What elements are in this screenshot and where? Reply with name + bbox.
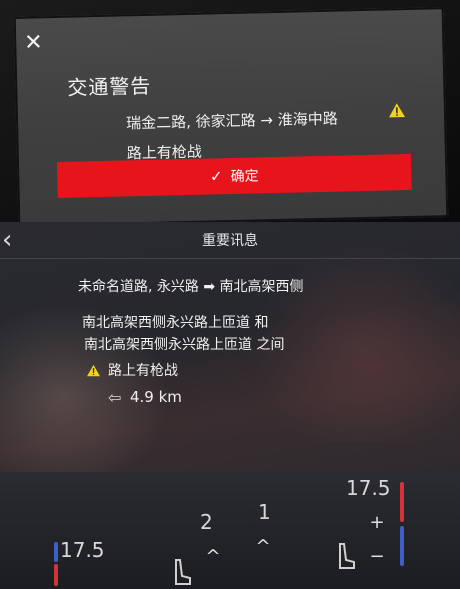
between-line-1: 南北高架西侧永兴路上匝道 和: [82, 315, 269, 331]
temp-decrease-button[interactable]: −: [362, 542, 392, 572]
temp-bar-red: [400, 482, 404, 522]
incident-text: 路上有枪战: [108, 363, 178, 379]
climate-control-panel: 17.5 + − 2 1 ^ ^ 17.5: [0, 472, 460, 589]
distance-arrow-icon: ⇦: [108, 388, 122, 407]
warning-icon: [87, 364, 100, 377]
between-line-2: 南北高架西侧永兴路上匝道 之间: [84, 337, 285, 353]
temperature-left: 17.5: [60, 538, 105, 562]
fan-level-right: 1: [258, 500, 271, 524]
message-title: 重要讯息: [202, 233, 258, 249]
close-icon[interactable]: ✕: [24, 30, 43, 55]
traffic-warning-photo: ✕ 交通警告 瑞金二路, 徐家汇路 → 淮海中路 路上有枪战 ✓ 确定: [0, 0, 460, 222]
important-message-screen: ‹ 重要讯息 未命名道路, 永兴路 ➡ 南北高架西侧 南北高架西侧永兴路上匝道 …: [0, 222, 460, 492]
confirm-button[interactable]: ✓ 确定: [56, 153, 412, 198]
alert-title: 交通警告: [67, 73, 152, 100]
message-header: ‹ 重要讯息: [0, 222, 460, 259]
route-text: 瑞金二路, 徐家汇路 → 淮海中路: [125, 109, 338, 133]
temp-bar-blue: [400, 526, 404, 566]
route-text: 未命名道路, 永兴路 ➡ 南北高架西侧: [78, 279, 304, 295]
fan-up-left-button[interactable]: ^: [198, 542, 228, 572]
fan-up-right-button[interactable]: ^: [248, 532, 278, 562]
important-message-photo: ‹ 重要讯息 未命名道路, 永兴路 ➡ 南北高架西侧 南北高架西侧永兴路上匝道 …: [0, 222, 460, 589]
traffic-warning-dialog: ✕ 交通警告 瑞金二路, 徐家汇路 → 淮海中路 路上有枪战 ✓ 确定: [13, 7, 449, 222]
confirm-label: 确定: [230, 168, 259, 186]
check-icon: ✓: [209, 167, 223, 186]
fan-level-left: 2: [200, 510, 213, 534]
temp-increase-button[interactable]: +: [362, 508, 392, 538]
temp-bar-blue: [54, 542, 58, 562]
distance-value: 4.9 km: [130, 388, 182, 406]
seat-icon[interactable]: [334, 542, 356, 572]
temp-bar-red: [54, 564, 58, 586]
seat-icon[interactable]: [170, 558, 192, 588]
warning-icon: [389, 103, 406, 118]
temperature-right: 17.5: [346, 476, 391, 500]
